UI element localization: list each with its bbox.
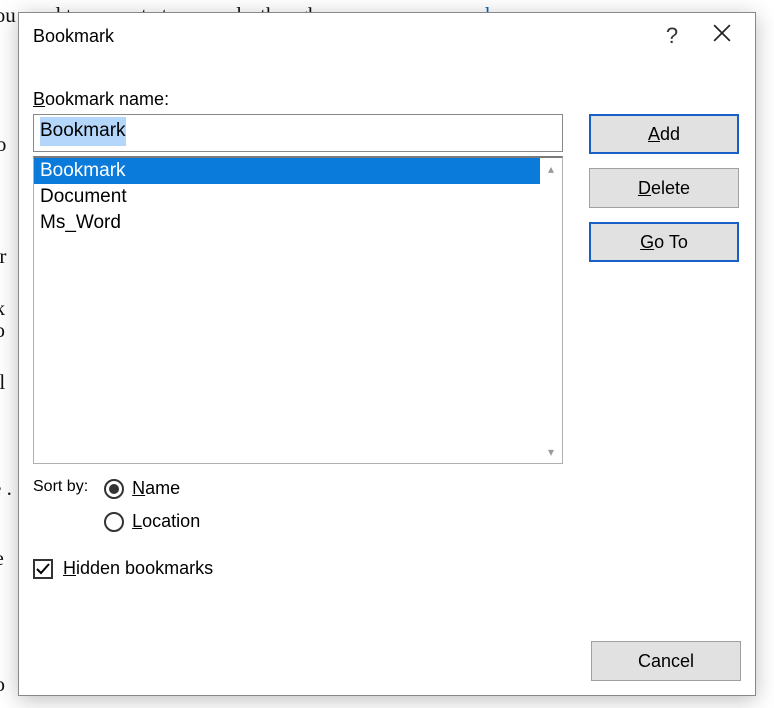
sort-by-label: Sort by: [33, 478, 88, 496]
bg-frag: oo [0, 672, 5, 697]
dialog-titlebar: Bookmark ? [19, 13, 755, 59]
radio-label: Location [132, 511, 200, 532]
close-icon [713, 24, 731, 42]
add-button[interactable]: Add [589, 114, 739, 154]
sort-radio-location[interactable]: Location [104, 511, 200, 532]
bg-frag: oo [0, 318, 5, 343]
dialog-title: Bookmark [33, 26, 647, 47]
sort-radio-name[interactable]: Name [104, 478, 200, 499]
bg-frag: al [0, 370, 5, 395]
scrollbar[interactable]: ▴ ▾ [540, 158, 562, 463]
bookmark-name-value: Bookmark [40, 117, 126, 146]
bookmark-name-label: Bookmark name: [33, 89, 741, 110]
bg-frag: he [0, 546, 4, 571]
bg-frag: to [0, 132, 6, 157]
bg-frag: e . [0, 476, 12, 501]
scroll-up-icon[interactable]: ▴ [548, 162, 554, 176]
checkbox-box [33, 559, 53, 579]
close-button[interactable] [697, 24, 747, 48]
help-button[interactable]: ? [647, 23, 697, 49]
bookmark-list[interactable]: BookmarkDocumentMs_Word ▴ ▾ [33, 156, 563, 464]
dialog-content: Bookmark name: Bookmark BookmarkDocument… [33, 89, 741, 681]
radio-circle [104, 479, 124, 499]
radio-circle [104, 512, 124, 532]
radio-dot-icon [109, 484, 119, 494]
delete-button[interactable]: Delete [589, 168, 739, 208]
bg-frag: ar [0, 244, 6, 269]
bookmark-dialog: Bookmark ? Bookmark name: Bookmark Bookm… [18, 12, 756, 696]
scroll-down-icon[interactable]: ▾ [548, 445, 554, 459]
radio-label: Name [132, 478, 180, 499]
list-item[interactable]: Ms_Word [34, 210, 540, 236]
hidden-bookmarks-label: Hidden bookmarks [63, 558, 213, 579]
sort-by-group: Sort by: Name Location [33, 478, 569, 532]
goto-button[interactable]: Go To [589, 222, 739, 262]
bookmark-name-input[interactable]: Bookmark [33, 114, 563, 152]
checkmark-icon [35, 561, 51, 577]
list-item[interactable]: Document [34, 184, 540, 210]
list-item[interactable]: Bookmark [34, 158, 540, 184]
cancel-button[interactable]: Cancel [591, 641, 741, 681]
hidden-bookmarks-checkbox[interactable]: Hidden bookmarks [33, 558, 569, 579]
